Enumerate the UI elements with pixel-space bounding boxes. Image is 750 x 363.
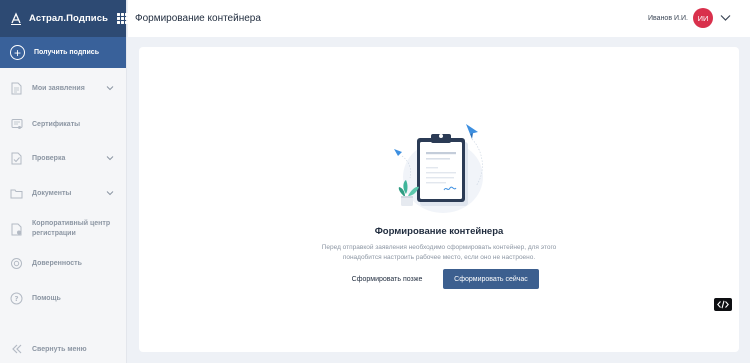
sidebar-item-help[interactable]: ? Помощь [0, 290, 127, 306]
collapse-menu-label: Свернуть меню [32, 345, 87, 353]
sidebar-item-documents[interactable]: Документы [0, 185, 127, 201]
clipboard-illustration [394, 124, 483, 213]
get-signature-label: Получить подпись [34, 49, 100, 56]
chevron-down-icon[interactable] [720, 14, 731, 22]
brand-bar: Астрал.Подпись [0, 0, 129, 37]
code-icon[interactable] [714, 298, 732, 311]
avatar[interactable]: ИИ [693, 8, 713, 28]
chevron-down-icon [106, 156, 114, 161]
apps-grid-icon[interactable] [117, 13, 129, 24]
sidebar-item-label: Документы [32, 189, 72, 197]
certificate-icon [10, 118, 23, 131]
sidebar-item-label: Помощь [32, 294, 61, 302]
chevron-down-icon [106, 191, 114, 196]
sidebar-item-label: Доверенность [32, 259, 82, 267]
form-later-button[interactable]: Сформировать позже [339, 269, 435, 289]
folder-icon [10, 187, 23, 200]
sidebar-item-label: Мои заявления [32, 84, 85, 92]
sidebar-item-corporate-center[interactable]: Корпоративный центр регистрации [0, 218, 127, 240]
sidebar-item-verification[interactable]: Проверка [0, 150, 127, 166]
signature-pen-icon [9, 11, 23, 27]
main-card: Формирование контейнера Перед отправкой … [139, 47, 739, 352]
double-chevron-left-icon [10, 343, 23, 356]
sidebar-item-my-applications[interactable]: Мои заявления [0, 80, 127, 96]
trust-icon [10, 257, 23, 270]
get-signature-button[interactable]: + Получить подпись [0, 37, 126, 68]
sidebar-item-power-of-attorney[interactable]: Доверенность [0, 255, 127, 271]
user-name[interactable]: Иванов И.И. [648, 15, 688, 22]
help-icon: ? [10, 292, 23, 305]
chevron-down-icon [106, 86, 114, 91]
top-header: Формирование контейнера Иванов И.И. ИИ [128, 0, 750, 37]
svg-text:?: ? [14, 295, 18, 303]
form-now-button[interactable]: Сформировать сейчас [443, 269, 539, 289]
page-title: Формирование контейнера [135, 13, 261, 24]
sidebar: Астрал.Подпись + Получить подпись Мои за… [0, 0, 129, 363]
sidebar-item-label: Проверка [32, 154, 66, 162]
container-description: Перед отправкой заявления необходимо сфо… [321, 244, 557, 261]
check-document-icon [10, 152, 23, 165]
sidebar-item-label: Сертификаты [32, 120, 81, 128]
sidebar-item-label-line2: регистрации [32, 230, 76, 237]
app-title: Астрал.Подпись [29, 13, 109, 24]
document-icon [10, 82, 23, 95]
plus-icon: + [10, 45, 25, 60]
sidebar-item-label-line1: Корпоративный центр [32, 220, 111, 227]
corporate-center-icon [10, 223, 23, 236]
sidebar-item-label-multiline: Корпоративный центр регистрации [32, 219, 110, 239]
collapse-menu-button[interactable]: Свернуть меню [0, 341, 127, 357]
sidebar-item-certificates[interactable]: Сертификаты [0, 116, 127, 132]
container-title: Формирование контейнера [374, 226, 504, 237]
